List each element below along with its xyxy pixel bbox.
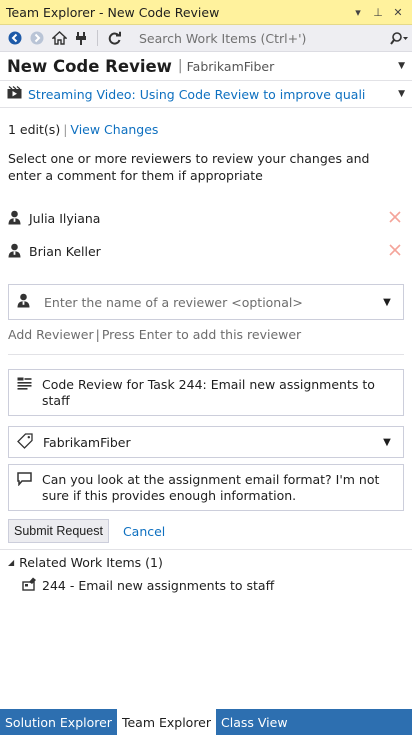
tab-class-view[interactable]: Class View (216, 709, 293, 735)
reviewer-input-placeholder: Enter the name of a reviewer <optional> (44, 294, 303, 310)
window-title: Team Explorer - New Code Review (6, 4, 220, 20)
connect-icon[interactable] (70, 27, 92, 49)
related-work-item[interactable]: 244 - Email new assignments to staff (22, 576, 404, 594)
person-icon (17, 293, 30, 311)
video-link-bar[interactable]: Streaming Video: Using Code Review to im… (0, 80, 412, 108)
remove-reviewer-icon[interactable] (386, 211, 404, 226)
tab-solution-explorer[interactable]: Solution Explorer (0, 709, 117, 735)
related-work-items-title: Related Work Items (1) (19, 555, 163, 570)
project-name: FabrikamFiber (186, 58, 275, 74)
search-icon[interactable] (386, 31, 408, 45)
close-icon[interactable]: ✕ (390, 6, 406, 19)
reviewer-name: Brian Keller (29, 244, 101, 259)
page-title: New Code Review (7, 56, 172, 76)
window-menu-dropdown-icon[interactable]: ▾ (350, 6, 366, 19)
search-placeholder: Search Work Items (Ctrl+') (139, 30, 307, 46)
page-menu-dropdown-icon[interactable]: ▼ (398, 61, 405, 71)
view-changes-link[interactable]: View Changes (70, 122, 158, 137)
comment-field[interactable]: Can you look at the assignment email for… (8, 464, 404, 511)
area-path-value: FabrikamFiber (43, 434, 131, 450)
cancel-link[interactable]: Cancel (123, 524, 165, 539)
back-icon[interactable] (4, 27, 26, 49)
hint-separator: | (95, 327, 100, 342)
bottom-tab-bar: Solution Explorer Team Explorer Class Vi… (0, 709, 412, 735)
title-icon (17, 377, 32, 394)
add-reviewer-hint: Add Reviewer | Press Enter to add this rev… (8, 327, 404, 342)
comment-icon (17, 472, 32, 490)
toolbar-separator (97, 30, 98, 46)
pin-icon[interactable]: ⊥ (370, 6, 386, 19)
reviewer-name: Julia Ilyiana (29, 211, 101, 226)
remove-reviewer-icon[interactable] (386, 244, 404, 259)
page-header: New Code Review | FabrikamFiber ▼ (0, 52, 412, 80)
edit-count: 1 edit(s) (8, 122, 61, 137)
forward-icon[interactable] (26, 27, 48, 49)
reviewer-row: Julia Ilyiana (8, 202, 404, 235)
divider (8, 354, 404, 355)
edits-summary: 1 edit(s) | View Changes (8, 122, 404, 137)
review-title-value: Code Review for Task 244: Email new assi… (42, 377, 375, 408)
tab-team-explorer[interactable]: Team Explorer (116, 709, 217, 735)
person-icon (8, 210, 21, 228)
tag-icon (17, 432, 33, 452)
chevron-down-icon[interactable]: ▼ (379, 437, 395, 448)
video-icon (7, 86, 22, 102)
related-work-items-section: ◢ Related Work Items (1) 244 - Email new… (0, 549, 412, 594)
code-review-form: 1 edit(s) | View Changes Select one or mor… (0, 122, 412, 543)
search-work-items-input[interactable]: Search Work Items (Ctrl+') (133, 28, 408, 49)
streaming-video-link[interactable]: Streaming Video: Using Code Review to im… (28, 87, 395, 102)
collapse-triangle-icon[interactable]: ◢ (8, 558, 14, 567)
review-title-field[interactable]: Code Review for Task 244: Email new assi… (8, 369, 404, 416)
form-actions: Submit Request Cancel (8, 519, 404, 543)
add-reviewer-link[interactable]: Add Reviewer (8, 327, 94, 342)
related-work-item-label: 244 - Email new assignments to staff (42, 577, 275, 593)
reviewer-name-input[interactable]: Enter the name of a reviewer <optional> … (8, 284, 404, 320)
add-reviewer-hint-text: Press Enter to add this reviewer (101, 327, 302, 342)
chevron-down-icon[interactable]: ▼ (379, 297, 395, 308)
work-item-task-icon (22, 576, 37, 594)
toolbar: Search Work Items (Ctrl+') (0, 25, 412, 52)
area-path-select[interactable]: FabrikamFiber ▼ (8, 426, 404, 458)
instructions-text: Select one or more reviewers to review y… (8, 151, 370, 183)
person-icon (8, 243, 21, 261)
window-titlebar: Team Explorer - New Code Review ▾ ⊥ ✕ (0, 0, 412, 25)
refresh-icon[interactable] (103, 27, 125, 49)
comment-value: Can you look at the assignment email for… (42, 472, 380, 503)
title-separator: | (177, 58, 183, 74)
reviewer-row: Brian Keller (8, 235, 404, 268)
edits-separator: | (63, 122, 68, 137)
submit-request-button[interactable]: Submit Request (8, 519, 109, 543)
home-icon[interactable] (48, 27, 70, 49)
related-work-items-header[interactable]: ◢ Related Work Items (1) (8, 555, 404, 570)
video-dropdown-icon[interactable]: ▼ (398, 89, 405, 99)
